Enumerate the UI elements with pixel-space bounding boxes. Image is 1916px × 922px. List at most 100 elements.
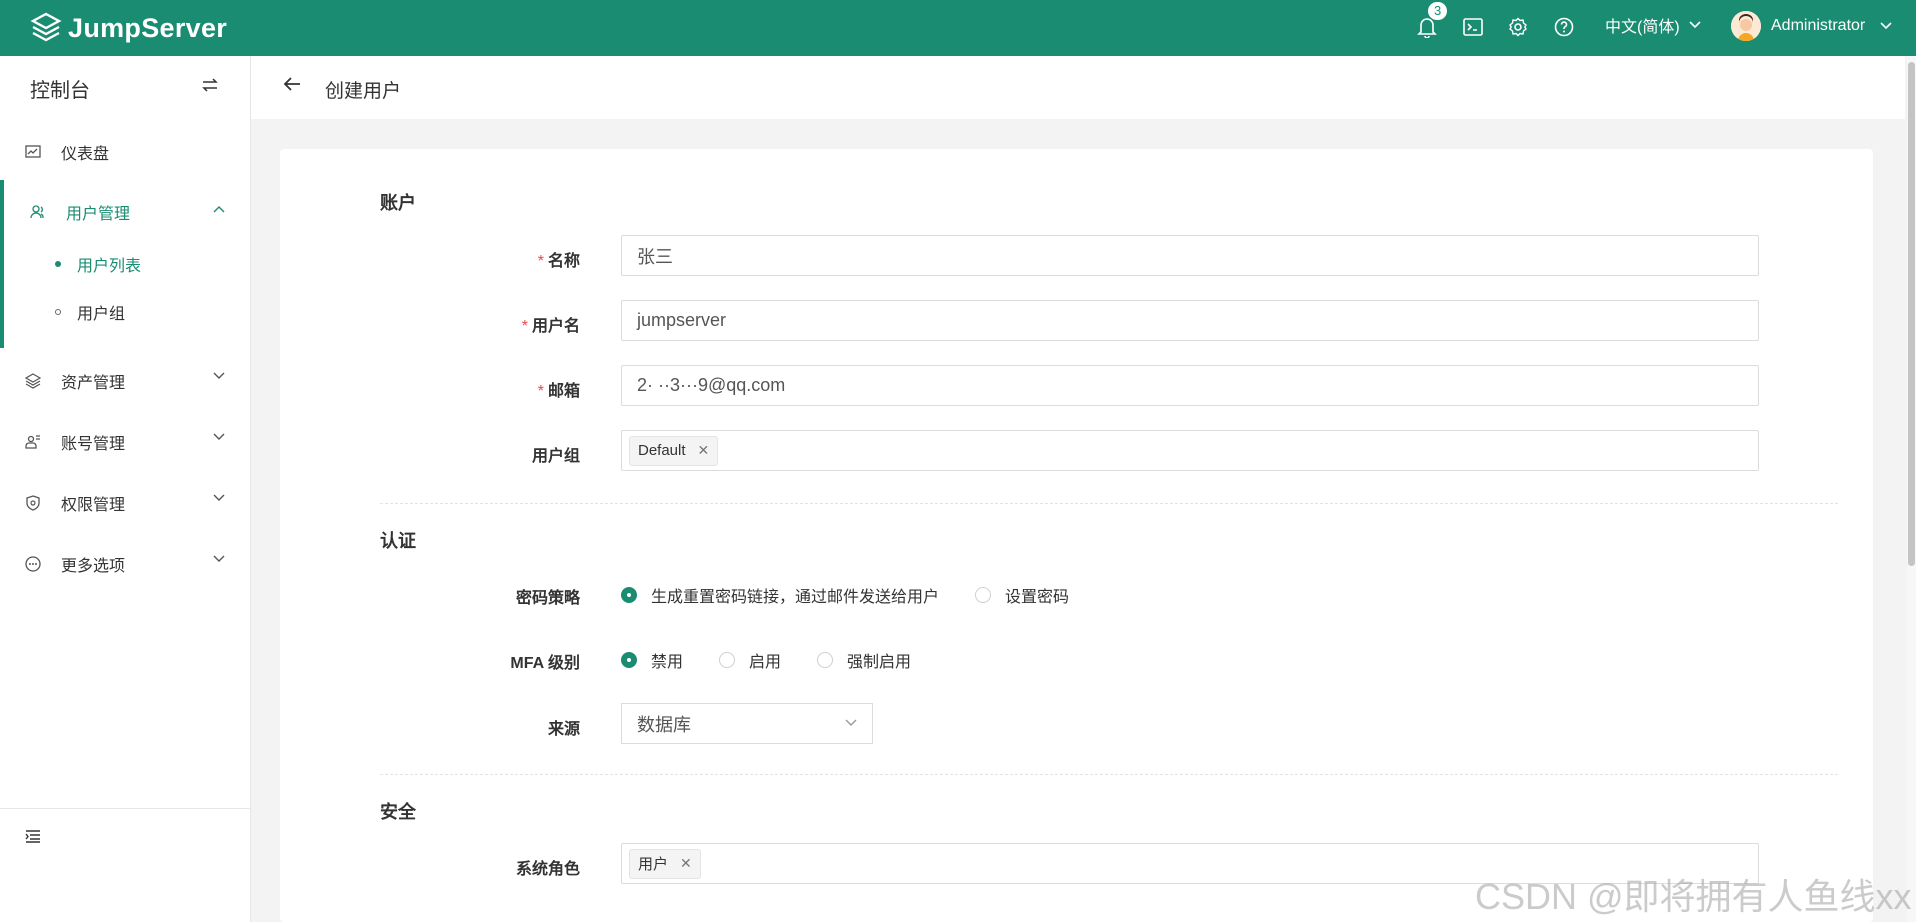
notification-button[interactable]: 3 (1414, 2, 1448, 40)
user-avatar-icon (1731, 11, 1761, 41)
username-input[interactable]: jumpserver (621, 300, 1759, 341)
group-tag: Default ✕ (629, 435, 719, 466)
required-asterisk: * (537, 383, 544, 400)
sidebar-title: 控制台 (30, 80, 90, 102)
users-icon (30, 205, 44, 219)
sidebar-subitem-label: 用户组 (77, 306, 126, 323)
mfa-option-disabled[interactable]: 禁用 (621, 648, 683, 672)
chevron-down-icon (213, 433, 225, 440)
groups-label: 用户组 (531, 448, 580, 465)
sidebar-item-permission-management[interactable]: 权限管理 (0, 478, 250, 528)
radio-selected[interactable] (621, 587, 637, 603)
section-title-account: 账户 (380, 193, 416, 213)
inactive-dot (55, 309, 61, 315)
app-name: JumpServer (68, 12, 228, 43)
chevron-down-icon (845, 719, 857, 726)
chevron-up-icon (213, 206, 225, 213)
email-label: * 邮箱 (537, 383, 580, 400)
email-input[interactable]: 2· ··3···9@qq.com (621, 365, 1759, 406)
switch-view-button[interactable] (202, 76, 218, 97)
username-label: Administrator (1771, 17, 1866, 34)
password-strategy-label: 密码策略 (515, 590, 580, 607)
section-title-auth: 认证 (380, 531, 416, 551)
chevron-down-icon (1880, 22, 1892, 30)
sidebar-item-label: 权限管理 (61, 497, 126, 514)
source-select[interactable]: 数据库 (621, 703, 873, 744)
sidebar-item-label: 资产管理 (61, 375, 126, 392)
avatar (1731, 11, 1761, 41)
mfa-label: MFA 级别 (510, 655, 580, 672)
username-label: * 用户名 (521, 318, 580, 335)
collapse-menu-icon (25, 830, 40, 843)
chevron-down-icon (213, 372, 225, 379)
terminal-icon (1463, 18, 1483, 36)
sidebar-item-dashboard[interactable]: 仪表盘 (0, 127, 250, 177)
required-asterisk: * (537, 253, 544, 270)
mfa-option-forced[interactable]: 强制启用 (817, 648, 911, 672)
radio-selected[interactable] (621, 652, 637, 668)
radio-unselected[interactable] (975, 587, 992, 603)
sidebar-item-label: 仪表盘 (61, 146, 110, 163)
top-bar: JumpServer 3 中文(简体) Administrator (0, 0, 1916, 56)
sidebar-item-user-management[interactable]: 用户管理 (0, 187, 250, 237)
system-roles-label: 系统角色 (515, 861, 580, 878)
close-icon[interactable]: ✕ (680, 855, 692, 872)
watermark: CSDN @即将拥有人鱼线xx (1475, 876, 1912, 917)
radio-unselected[interactable] (817, 652, 834, 668)
form-card: 账户 * 名称 张三 * 用户名 jumpserver * 邮箱 2· ··3···9… (280, 149, 1873, 922)
user-menu[interactable]: Administrator (1731, 0, 1893, 52)
help-button[interactable] (1551, 14, 1577, 40)
page-title: 创建用户 (325, 81, 402, 102)
settings-button[interactable] (1505, 14, 1531, 40)
swap-icon (202, 78, 218, 92)
notification-badge: 3 (1428, 2, 1448, 20)
gear-icon (1509, 17, 1527, 37)
back-button[interactable] (283, 76, 301, 97)
radio-unselected[interactable] (719, 652, 736, 668)
close-icon[interactable]: ✕ (698, 442, 710, 459)
language-selector[interactable]: 中文(简体) (1605, 0, 1702, 50)
sidebar-footer (0, 808, 250, 867)
page-header: 创建用户 (251, 56, 1905, 119)
terminal-button[interactable] (1460, 14, 1486, 40)
sidebar-item-label: 账号管理 (61, 436, 126, 453)
chevron-down-icon (1689, 21, 1701, 29)
more-icon (25, 556, 41, 572)
sidebar-item-label: 更多选项 (61, 558, 126, 575)
sidebar-item-more-options[interactable]: 更多选项 (0, 539, 250, 589)
collapse-sidebar-button[interactable] (25, 829, 41, 848)
sidebar-subitem-user-group[interactable]: 用户组 (0, 292, 250, 332)
scrollbar-thumb[interactable] (1908, 62, 1915, 566)
divider (380, 774, 1838, 775)
active-dot (55, 261, 61, 267)
arrow-left-icon (283, 77, 300, 91)
dashboard-icon (25, 145, 41, 158)
sidebar-item-label: 用户管理 (66, 206, 131, 223)
name-label: * 名称 (537, 253, 580, 270)
role-tag: 用户 ✕ (629, 848, 701, 879)
password-option-set-password[interactable]: 设置密码 (975, 583, 1069, 607)
sidebar-subitem-label: 用户列表 (77, 258, 142, 275)
sidebar-subitem-user-list[interactable]: 用户列表 (0, 244, 250, 284)
name-input[interactable]: 张三 (621, 235, 1759, 276)
layers-icon (25, 373, 41, 389)
source-label: 来源 (547, 721, 580, 738)
password-strategy-radio-group: 生成重置密码链接，通过邮件发送给用户 设置密码 (621, 583, 1105, 607)
password-option-reset-link[interactable]: 生成重置密码链接，通过邮件发送给用户 (621, 583, 939, 607)
chevron-down-icon (213, 555, 225, 562)
mfa-radio-group: 禁用 启用 强制启用 (621, 648, 947, 672)
jumpserver-logo-icon (30, 12, 62, 42)
language-label: 中文(简体) (1605, 19, 1680, 36)
divider (380, 503, 1838, 504)
help-icon (1554, 17, 1574, 37)
section-title-security: 安全 (380, 802, 416, 822)
required-asterisk: * (521, 318, 528, 335)
chevron-down-icon (213, 494, 225, 501)
logo[interactable]: JumpServer (30, 9, 227, 47)
sidebar-item-account-management[interactable]: 账号管理 (0, 417, 250, 467)
groups-select[interactable]: Default ✕ (621, 430, 1759, 471)
account-icon (25, 435, 40, 449)
mfa-option-enabled[interactable]: 启用 (719, 648, 781, 672)
shield-icon (26, 495, 40, 511)
sidebar-item-asset-management[interactable]: 资产管理 (0, 356, 250, 406)
